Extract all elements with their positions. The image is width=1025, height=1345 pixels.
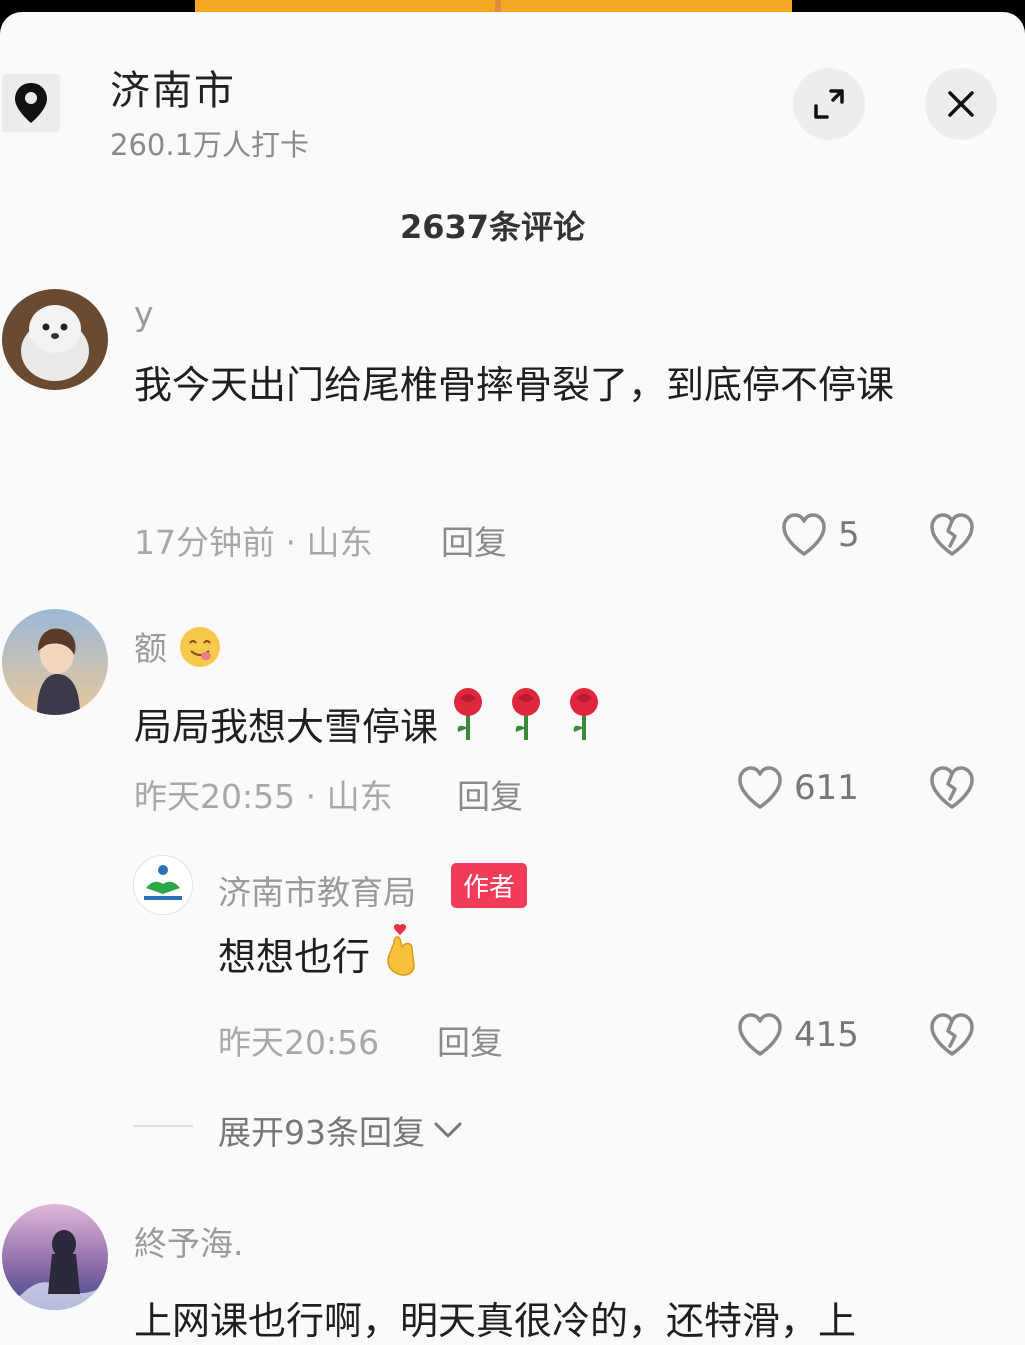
- comment-time-location: 昨天20:55 · 山东: [134, 777, 393, 816]
- location-name[interactable]: 济南市: [110, 58, 236, 116]
- expand-icon: [814, 89, 844, 119]
- chevron-down-icon: [434, 1122, 462, 1138]
- dislike-button[interactable]: [928, 765, 976, 813]
- comment-text: 我今天出门给尾椎骨摔骨裂了，到底停不停课: [134, 363, 895, 407]
- close-icon: [948, 91, 974, 117]
- heart-icon: [738, 766, 782, 809]
- broken-heart-icon: [930, 513, 974, 556]
- like-button[interactable]: 415: [736, 1012, 859, 1058]
- reply-time: 昨天20:56: [218, 1023, 380, 1062]
- expand-replies-button[interactable]: 展开93条回复: [218, 1106, 463, 1154]
- expand-button[interactable]: [793, 68, 865, 140]
- comment-time-location: 17分钟前 · 山东: [134, 523, 373, 562]
- close-button[interactable]: [925, 68, 997, 140]
- comment-text-body: 局局我想大雪停课: [134, 705, 439, 749]
- heart-icon: [782, 513, 826, 556]
- reply-text-body: 想想也行: [218, 935, 371, 979]
- reply-username[interactable]: 济南市教育局: [218, 866, 416, 914]
- reply-text: 想想也行: [218, 923, 424, 991]
- rose-emoji-icon: [562, 686, 606, 768]
- like-count: 611: [794, 768, 859, 808]
- avatar[interactable]: [2, 1204, 108, 1310]
- rose-emoji-icon: [446, 686, 490, 768]
- comment-sheet: 济南市 260.1万人打卡 2637条评论 y 我今天出门给尾椎骨摔骨裂了，到底…: [0, 12, 1025, 1345]
- dislike-button[interactable]: [928, 512, 976, 560]
- broken-heart-icon: [930, 1013, 974, 1056]
- username-text: 额: [134, 629, 167, 668]
- avatar[interactable]: [2, 609, 108, 715]
- finger-heart-emoji-icon: [378, 923, 424, 991]
- comment-username[interactable]: 終予海.: [134, 1217, 244, 1265]
- like-button[interactable]: 611: [736, 765, 859, 811]
- reply-button[interactable]: 回复: [437, 1016, 503, 1064]
- heart-icon: [738, 1013, 782, 1056]
- reply-button[interactable]: 回复: [441, 516, 507, 564]
- like-count: 415: [794, 1015, 859, 1055]
- broken-heart-icon: [930, 766, 974, 809]
- comment-username[interactable]: y: [134, 294, 154, 333]
- comment-text: 局局我想大雪停课: [134, 686, 606, 768]
- comment-text: 上网课也行啊，明天真很冷的，还特滑，上: [134, 1299, 857, 1343]
- avatar[interactable]: [2, 289, 108, 390]
- avatar[interactable]: [133, 855, 193, 915]
- author-badge: 作者: [451, 863, 528, 908]
- reply-button[interactable]: 回复: [457, 770, 523, 818]
- expand-replies-label: 展开93条回复: [218, 1113, 425, 1152]
- location-pin-icon[interactable]: [2, 74, 60, 132]
- dislike-button[interactable]: [928, 1012, 976, 1060]
- expand-divider: [133, 1125, 193, 1127]
- like-button[interactable]: 5: [780, 512, 860, 558]
- like-count: 5: [838, 515, 860, 555]
- yum-emoji-icon: [178, 625, 222, 677]
- checkin-count: 260.1万人打卡: [110, 128, 310, 162]
- rose-emoji-icon: [504, 686, 548, 768]
- comment-username[interactable]: 额: [134, 622, 222, 677]
- comment-count-title: 2637条评论: [399, 208, 586, 246]
